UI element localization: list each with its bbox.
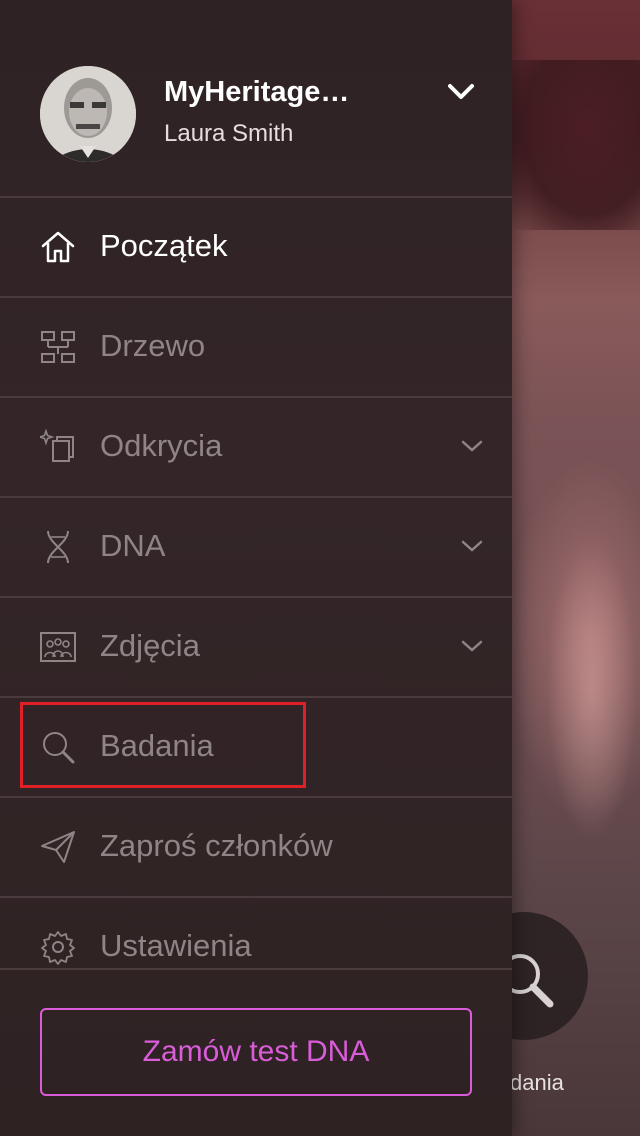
background-trees — [512, 60, 640, 230]
divider — [0, 968, 512, 970]
dna-icon — [47, 530, 69, 564]
avatar[interactable] — [40, 66, 136, 162]
chevron-down-icon[interactable] — [446, 80, 476, 104]
order-dna-test-button[interactable]: Zamów test DNA — [40, 1008, 472, 1096]
background-figure — [520, 430, 640, 950]
menu-item-dna[interactable]: DNA — [0, 498, 512, 596]
menu-item-photos[interactable]: Zdjęcia — [0, 598, 512, 696]
menu-item-label: Początek — [100, 228, 228, 263]
avatar-portrait — [40, 66, 136, 162]
menu-item-label: Zdjęcia — [100, 628, 200, 663]
account-user-name: Laura Smith — [164, 120, 294, 147]
chevron-down-icon[interactable] — [460, 538, 484, 554]
account-header[interactable]: MyHeritage… Laura Smith — [0, 0, 512, 196]
send-icon — [41, 831, 75, 863]
menu-item-label: Zaproś członków — [100, 828, 333, 863]
discoveries-icon — [40, 429, 74, 462]
menu-item-label: Odkrycia — [100, 428, 223, 463]
menu-item-label: DNA — [100, 528, 166, 563]
navigation-drawer: MyHeritage… Laura Smith Początek Drzewo — [0, 0, 512, 1136]
menu-item-label: Drzewo — [100, 328, 206, 363]
menu-item-discoveries[interactable]: Odkrycia — [0, 398, 512, 496]
photos-icon — [40, 632, 76, 662]
menu-item-home[interactable]: Początek — [0, 198, 512, 296]
menu-item-invite[interactable]: Zaproś członków — [0, 798, 512, 896]
gear-icon — [41, 931, 75, 965]
chevron-down-icon[interactable] — [460, 438, 484, 454]
highlight-box — [20, 702, 306, 788]
menu-item-settings[interactable]: Ustawienia — [0, 898, 512, 968]
home-icon — [41, 231, 75, 263]
fab-label: dania — [510, 1070, 564, 1095]
account-title: MyHeritage… — [164, 76, 350, 108]
chevron-down-icon[interactable] — [460, 638, 484, 654]
menu-item-tree[interactable]: Drzewo — [0, 298, 512, 396]
tree-icon — [41, 331, 75, 363]
menu-item-label: Ustawienia — [100, 928, 252, 963]
